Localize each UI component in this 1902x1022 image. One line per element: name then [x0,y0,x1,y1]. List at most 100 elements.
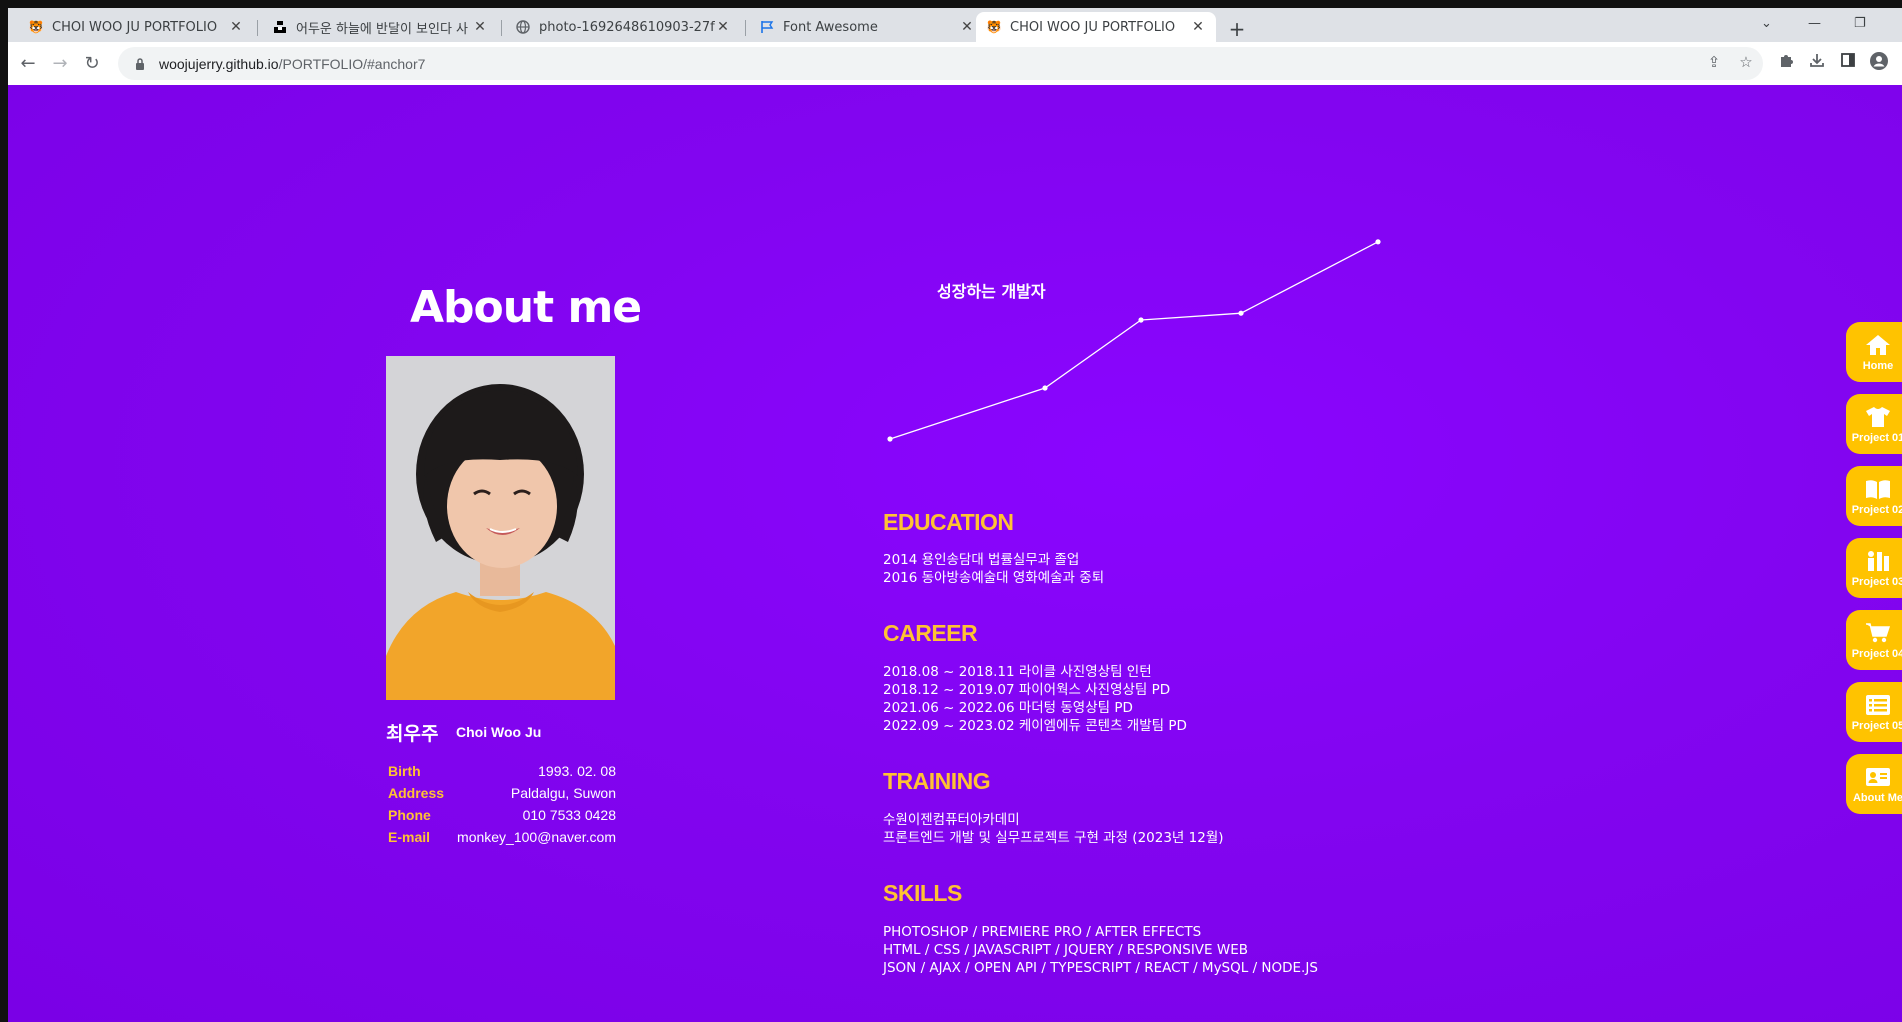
list-item: HTML / CSS / JAVASCRIPT / JQUERY / RESPO… [883,942,1248,958]
about-me-section: About me 최우주 Choi Woo Ju Birth 1993. 02.… [8,85,1902,1022]
chart-point-1 [1042,385,1048,391]
download-icon[interactable] [1806,52,1828,74]
tab-title: CHOI WOO JU PORTFOLIO [1010,19,1176,35]
name-english: Choi Woo Ju [456,724,542,740]
info-row-email: E-mail monkey_100@naver.com [388,829,616,845]
cart-icon [1864,620,1892,646]
quick-menu-home[interactable]: Home [1846,322,1902,382]
tab-strip: 🐯 CHOI WOO JU PORTFOLIO ✕ 어두운 하늘에 반달이 보인… [8,8,1902,42]
id-card-icon [1864,764,1892,790]
name-korean: 최우주 [386,723,439,745]
quick-menu-label: About Me [1852,792,1902,804]
education-list: 2014 용인송담대 법률실무과 졸업 2016 동아방송예술대 영화예술과 중… [883,551,1104,587]
globe-icon [515,19,531,35]
list-item: 2016 동아방송예술대 영화예술과 중퇴 [883,570,1105,586]
list-item: 2022.09 ~ 2023.02 케이엠에듀 콘텐츠 개발팀 PD [883,718,1187,734]
quick-menu-label: Project 02 [1851,504,1902,516]
education-heading: EDUCATION [883,509,1014,535]
training-list: 수원이젠컴퓨터아카데미 프론트엔드 개발 및 실무프로젝트 구현 과정 (202… [883,811,1224,847]
side-panel-icon[interactable] [1837,52,1859,74]
close-icon[interactable]: ✕ [715,19,731,35]
quick-menu-about-me[interactable]: About Me [1846,754,1902,814]
url-host: woojujerry.github.io [159,55,279,72]
list-item: 2021.06 ~ 2022.06 마더텅 동영상팀 PD [883,700,1133,716]
info-value: 1993. 02. 08 [538,763,616,779]
skills-heading: SKILLS [883,880,962,906]
skills-list: PHOTOSHOP / PREMIERE PRO / AFTER EFFECTS… [883,923,1318,977]
list-item: 2018.12 ~ 2019.07 파이어웍스 사진영상팀 PD [883,682,1171,698]
quick-menu-project-04[interactable]: Project 04 [1846,610,1902,670]
tiger-favicon-icon: 🐯 [986,20,1002,34]
chart-point-4 [1375,239,1381,245]
info-row-phone: Phone 010 7533 0428 [388,807,616,823]
tab-title: CHOI WOO JU PORTFOLIO [52,19,218,35]
url-path: /PORTFOLIO/#anchor7 [278,55,426,72]
close-icon[interactable]: ✕ [1190,19,1206,35]
book-icon [1864,476,1892,502]
close-icon[interactable]: ✕ [959,19,975,35]
tab-portfolio-1[interactable]: 🐯 CHOI WOO JU PORTFOLIO ✕ [18,12,254,42]
quick-menu-label: Project 01 [1851,432,1902,444]
list-item: JSON / AJAX / OPEN API / TYPESCRIPT / RE… [883,960,1318,976]
career-heading: CAREER [883,620,978,646]
quick-menu-project-05[interactable]: Project 05 [1846,682,1902,742]
chart-series-line [889,241,1379,440]
list-item: 2018.08 ~ 2018.11 라이클 사진영상팀 인턴 [883,664,1152,680]
url-text[interactable]: woojujerry.github.io/PORTFOLIO/#anchor7 [159,56,425,72]
tab-title: Font Awesome [783,19,878,35]
quick-menu-project-03[interactable]: Project 03 [1846,538,1902,598]
chart-point-0 [887,436,893,442]
info-value: 010 7533 0428 [522,807,616,823]
quick-menu-project-01[interactable]: Project 01 [1846,394,1902,454]
info-label: E-mail [388,829,431,845]
info-value: Paldalgu, Suwon [510,785,616,801]
bookmark-star-icon[interactable]: ☆ [1735,53,1757,75]
extensions-icon[interactable] [1775,52,1797,74]
close-icon[interactable]: ✕ [472,19,488,35]
list-item: 2014 용인송담대 법률실무과 졸업 [883,552,1080,568]
forward-button[interactable]: → [48,52,72,76]
address-bar[interactable]: woojujerry.github.io/PORTFOLIO/#anchor7 … [118,47,1763,80]
browser-chrome: 🐯 CHOI WOO JU PORTFOLIO ✕ 어두운 하늘에 반달이 보인… [8,8,1902,85]
lock-icon[interactable] [133,57,147,71]
quick-menu-label: Project 04 [1851,648,1902,660]
growth-line-chart [887,239,1381,442]
chart-point-2 [1138,317,1144,323]
info-label: Phone [388,807,431,823]
quick-menu-project-02[interactable]: Project 02 [1846,466,1902,526]
info-row-birth: Birth 1993. 02. 08 [388,763,616,779]
tab-portfolio-active[interactable]: 🐯 CHOI WOO JU PORTFOLIO ✕ [976,12,1216,42]
profile-avatar-icon[interactable] [1868,52,1890,74]
page-title: About me [410,282,642,333]
list-icon [1864,692,1892,718]
quick-menu-label: Home [1862,360,1894,372]
tab-title: 어두운 하늘에 반달이 보인다 사 [296,21,469,37]
tab-search-icon[interactable]: ⌄ [1761,16,1772,31]
tab-font-awesome[interactable]: Font Awesome ✕ [749,12,985,42]
minimize-button[interactable]: — [1808,16,1821,31]
tshirt-icon [1864,404,1892,430]
tab-unsplash[interactable]: 어두운 하늘에 반달이 보인다 사 ✕ [262,12,498,42]
training-heading: TRAINING [883,768,991,794]
toolbar: ← → ↻ woojujerry.github.io/PORTFOLIO/#an… [8,42,1902,85]
tiger-favicon-icon: 🐯 [28,20,44,34]
info-label: Birth [388,763,421,779]
profile-photo [386,356,615,700]
back-button[interactable]: ← [16,52,40,76]
reload-button[interactable]: ↻ [80,52,104,76]
home-icon [1864,332,1892,358]
share-icon[interactable]: ⇪ [1703,53,1725,75]
tab-photo[interactable]: photo-1692648610903-27f83f3 ✕ [505,12,741,42]
close-icon[interactable]: ✕ [228,19,244,35]
list-item: 프론트엔드 개발 및 실무프로젝트 구현 과정 (2023년 12월) [883,830,1224,846]
info-value: monkey_100@naver.com [457,829,616,845]
flag-icon [759,19,775,35]
new-tab-button[interactable]: + [1226,17,1248,41]
quick-menu-label: Project 03 [1851,576,1902,588]
unsplash-favicon-icon [272,19,288,35]
list-item: 수원이젠컴퓨터아카데미 [883,812,1020,828]
restore-button[interactable]: ❐ [1854,16,1866,31]
info-row-address: Address Paldalgu, Suwon [388,785,616,801]
tab-title: photo-1692648610903-27f83f3 [539,19,715,35]
chart-point-3 [1238,310,1244,316]
